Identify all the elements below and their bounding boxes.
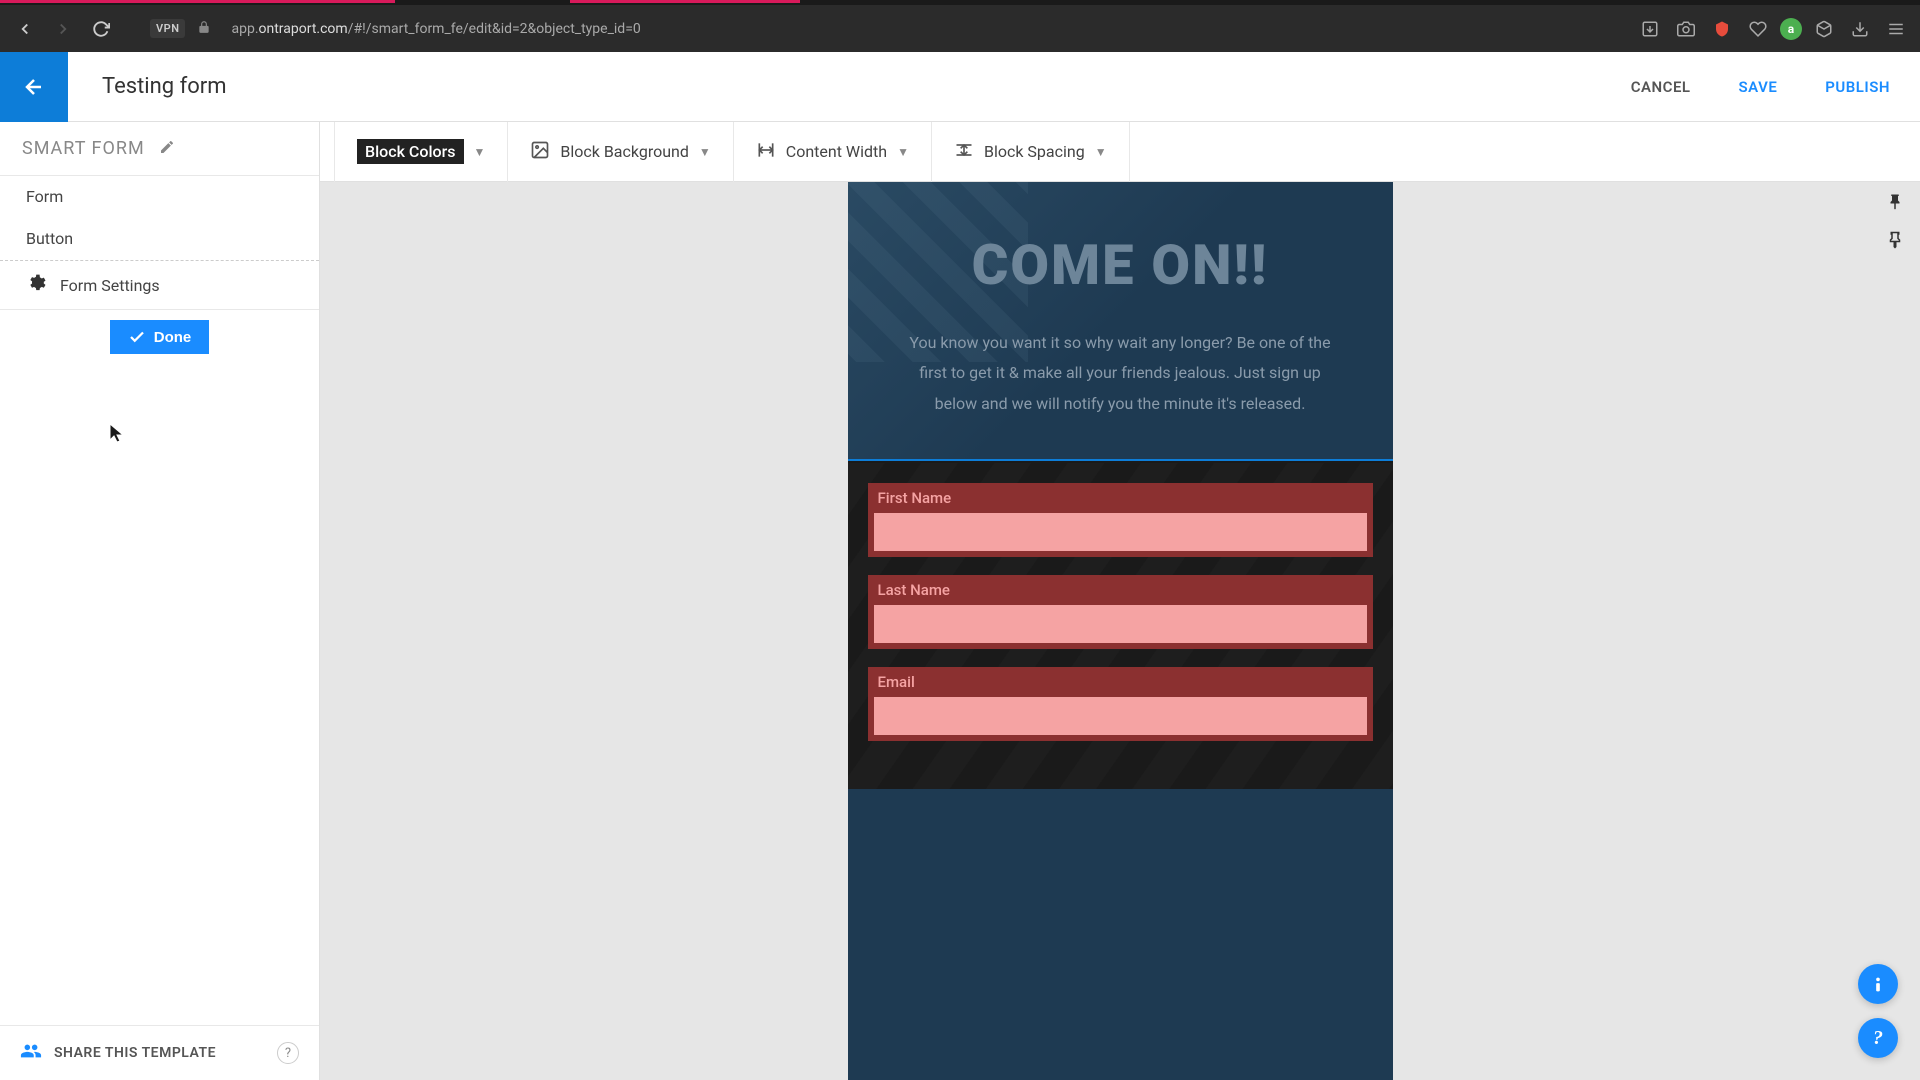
pin-outline-icon[interactable] [1886, 230, 1904, 254]
pin-icon[interactable] [1886, 192, 1904, 216]
block-colors-label: Block Colors [357, 139, 464, 164]
url-bar[interactable]: app.ontraport.com/#!/smart_form_fe/edit&… [223, 21, 1628, 37]
camera-icon[interactable] [1672, 15, 1700, 43]
hero-title: COME ON!! [888, 232, 1353, 298]
chevron-down-icon: ▼ [474, 145, 486, 159]
gear-icon [26, 273, 46, 297]
last-name-input[interactable] [870, 605, 1371, 647]
canvas-body[interactable]: COME ON!! You know you want it so why wa… [320, 182, 1920, 1080]
email-label: Email [870, 669, 1371, 691]
install-icon[interactable] [1636, 15, 1664, 43]
form-settings-label: Form Settings [60, 276, 160, 295]
share-footer: SHARE THIS TEMPLATE ? [0, 1025, 319, 1080]
info-button[interactable] [1858, 964, 1898, 1004]
profile-avatar[interactable]: a [1780, 18, 1802, 40]
spacing-icon [954, 140, 974, 164]
right-tools [1870, 182, 1920, 254]
browser-reload-button[interactable] [86, 14, 116, 44]
form-field-email: Email [868, 667, 1373, 741]
tool-block-colors[interactable]: Block Colors ▼ [334, 122, 508, 182]
publish-button[interactable]: PUBLISH [1801, 78, 1920, 96]
first-name-input[interactable] [870, 513, 1371, 555]
hero-description: You know you want it so why wait any lon… [888, 328, 1353, 419]
last-name-label: Last Name [870, 577, 1371, 599]
email-input[interactable] [870, 697, 1371, 739]
block-spacing-label: Block Spacing [984, 142, 1085, 161]
save-button[interactable]: SAVE [1715, 78, 1802, 96]
main-layout: SMART FORM Form Button Form Settings Don… [0, 122, 1920, 1080]
browser-back-button[interactable] [10, 14, 40, 44]
float-buttons: ? [1858, 964, 1898, 1058]
done-row: Done [0, 310, 319, 364]
tab-accent-1 [0, 0, 395, 3]
browser-forward-button[interactable] [48, 14, 78, 44]
done-label: Done [154, 329, 192, 346]
sidebar-title: SMART FORM [22, 138, 145, 159]
lock-icon [197, 20, 211, 38]
done-button[interactable]: Done [110, 320, 210, 354]
width-icon [756, 140, 776, 164]
hero-section: COME ON!! You know you want it so why wa… [848, 182, 1393, 459]
canvas-area: Block Colors ▼ Block Background ▼ Conten… [320, 122, 1920, 1080]
url-prefix: app. [231, 21, 258, 37]
form-field-last-name: Last Name [868, 575, 1373, 649]
shield-icon[interactable] [1708, 15, 1736, 43]
app-back-button[interactable] [0, 52, 68, 122]
edit-icon[interactable] [159, 139, 175, 159]
tool-block-spacing[interactable]: Block Spacing ▼ [932, 122, 1130, 182]
download-icon[interactable] [1846, 15, 1874, 43]
chevron-down-icon: ▼ [1095, 145, 1107, 159]
people-icon [20, 1040, 42, 1066]
heart-icon[interactable] [1744, 15, 1772, 43]
preview-block[interactable]: COME ON!! You know you want it so why wa… [848, 182, 1393, 1080]
tab-accent-2 [570, 0, 800, 3]
page-title: Testing form [68, 74, 1607, 99]
sidebar-header: SMART FORM [0, 122, 319, 176]
sidebar-item-form[interactable]: Form [0, 176, 319, 218]
cancel-button[interactable]: CANCEL [1607, 78, 1715, 96]
first-name-label: First Name [870, 485, 1371, 507]
package-icon[interactable] [1810, 15, 1838, 43]
chevron-down-icon: ▼ [897, 145, 909, 159]
share-label[interactable]: SHARE THIS TEMPLATE [54, 1045, 265, 1061]
form-section[interactable]: First Name Last Name Email [848, 459, 1393, 789]
chevron-down-icon: ▼ [699, 145, 711, 159]
block-background-label: Block Background [560, 142, 689, 161]
app-header: Testing form CANCEL SAVE PUBLISH [0, 52, 1920, 122]
image-icon [530, 140, 550, 164]
url-domain: ontraport.com [259, 21, 348, 37]
block-toolbar: Block Colors ▼ Block Background ▼ Conten… [320, 122, 1920, 182]
tool-content-width[interactable]: Content Width ▼ [734, 122, 932, 182]
help-icon[interactable]: ? [277, 1042, 299, 1064]
check-icon [128, 328, 146, 346]
sidebar-item-form-settings[interactable]: Form Settings [0, 260, 319, 310]
menu-icon[interactable] [1882, 15, 1910, 43]
vpn-badge[interactable]: VPN [150, 19, 185, 38]
sidebar-item-button[interactable]: Button [0, 218, 319, 260]
help-button[interactable]: ? [1858, 1018, 1898, 1058]
content-width-label: Content Width [786, 142, 887, 161]
cursor-icon [108, 422, 128, 446]
sidebar: SMART FORM Form Button Form Settings Don… [0, 122, 320, 1080]
tool-block-background[interactable]: Block Background ▼ [508, 122, 733, 182]
browser-chrome: VPN app.ontraport.com/#!/smart_form_fe/e… [0, 0, 1920, 52]
url-path: /#!/smart_form_fe/edit&id=2&object_type_… [348, 21, 641, 37]
form-field-first-name: First Name [868, 483, 1373, 557]
